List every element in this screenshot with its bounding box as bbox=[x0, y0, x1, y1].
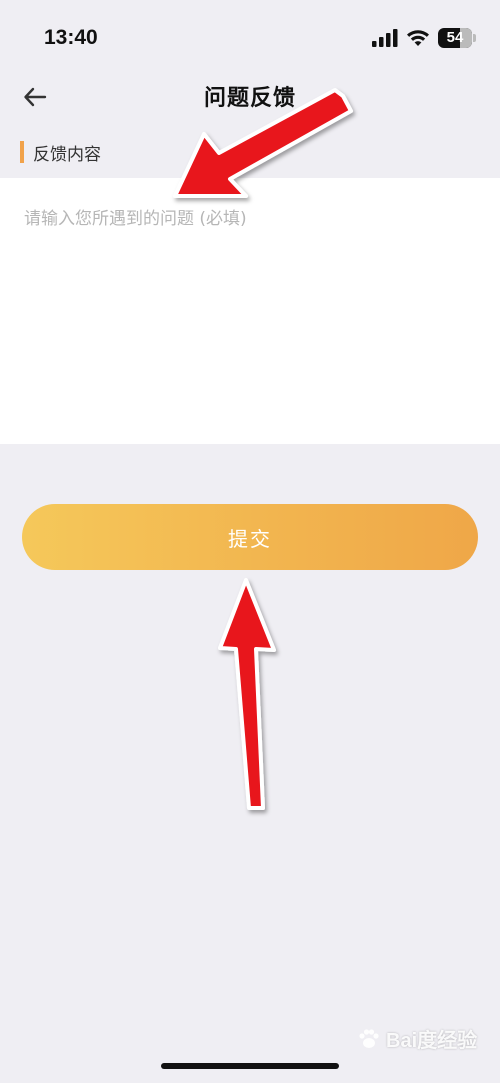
status-icons: 54 bbox=[372, 28, 476, 48]
accent-bar bbox=[20, 141, 24, 163]
section-label: 反馈内容 bbox=[20, 140, 101, 165]
battery-icon: 54 bbox=[438, 28, 476, 48]
status-bar: 13:40 54 bbox=[0, 0, 500, 80]
annotation-arrow-to-submit bbox=[218, 578, 276, 810]
feedback-input[interactable] bbox=[0, 178, 500, 444]
section-label-text: 反馈内容 bbox=[33, 144, 101, 165]
page-title: 问题反馈 bbox=[203, 86, 296, 111]
signal-icon bbox=[372, 29, 398, 47]
watermark-text: Bai度经验 bbox=[386, 1030, 478, 1052]
watermark: Bai度经验 bbox=[356, 1024, 477, 1053]
status-time: 13:40 bbox=[44, 26, 98, 49]
paw-icon bbox=[359, 1028, 379, 1048]
wifi-icon bbox=[407, 30, 429, 46]
nav-bar: 问题反馈 bbox=[0, 74, 500, 118]
battery-level: 54 bbox=[446, 29, 464, 46]
home-indicator bbox=[161, 1063, 339, 1069]
submit-button[interactable]: 提交 bbox=[22, 504, 478, 570]
feedback-area bbox=[0, 178, 500, 444]
